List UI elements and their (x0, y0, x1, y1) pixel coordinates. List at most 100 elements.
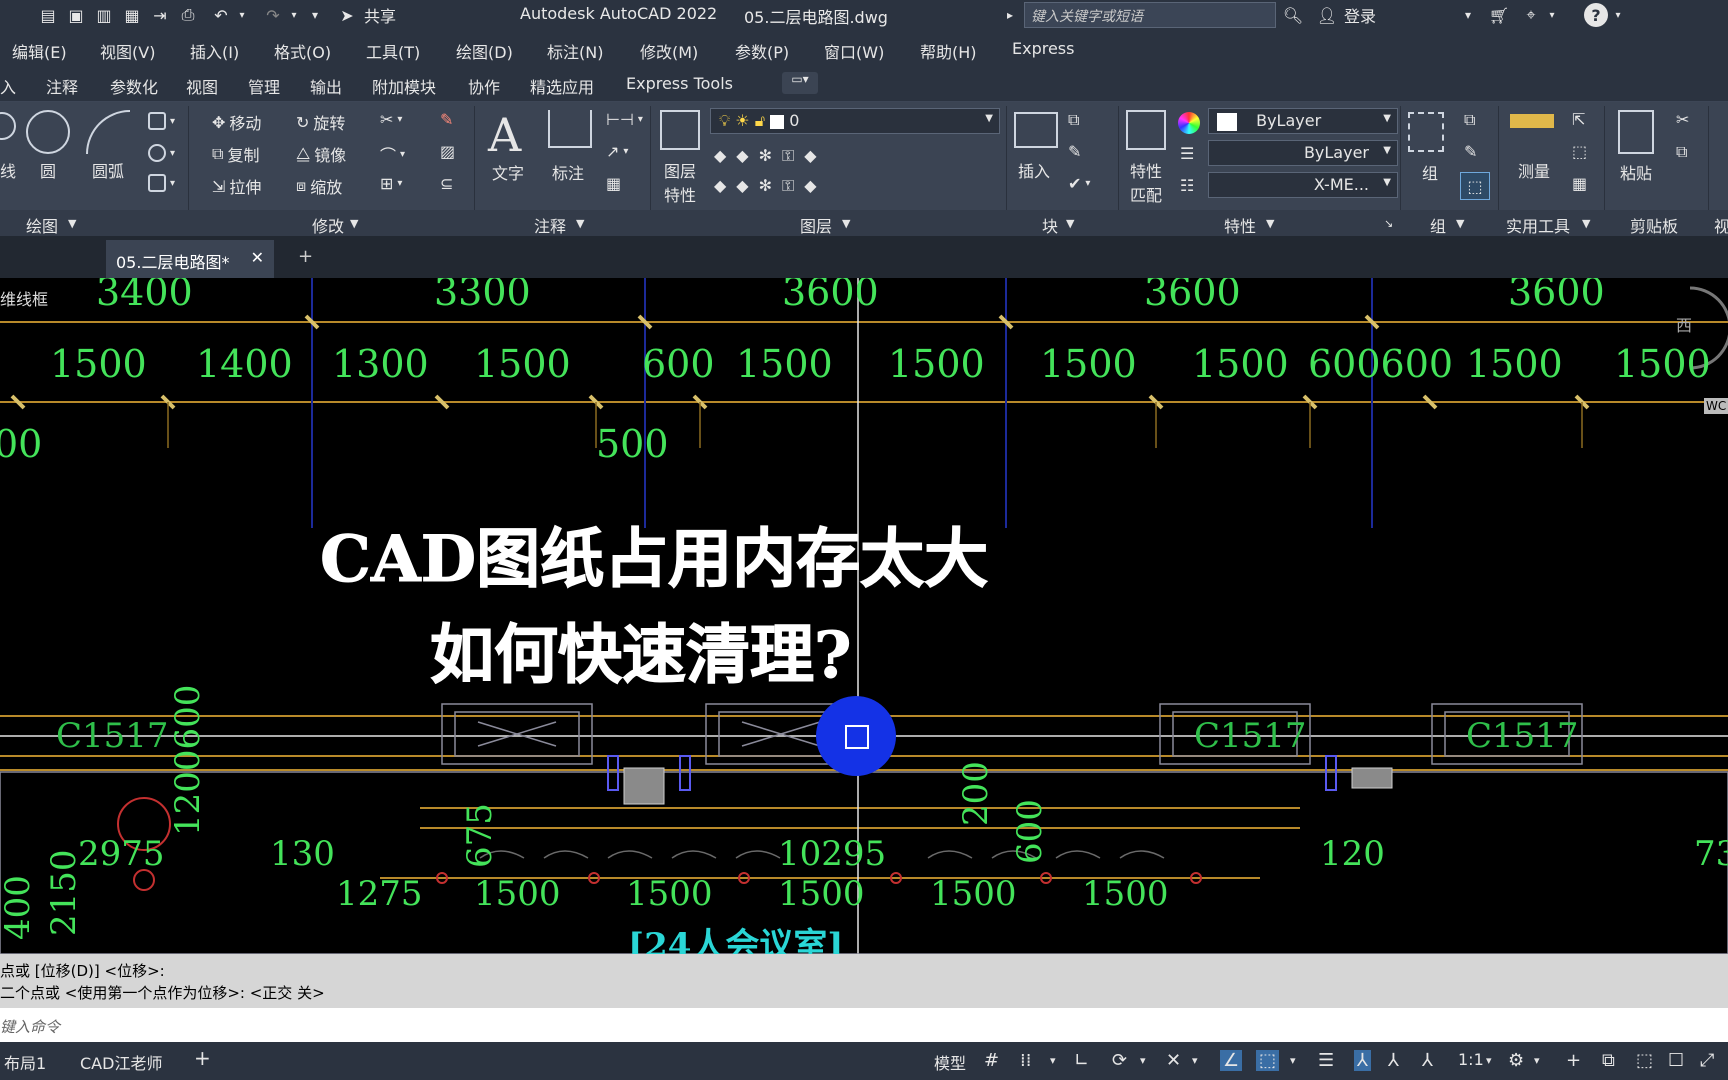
group-tool[interactable] (1408, 112, 1444, 152)
share-label[interactable]: 共享 (364, 3, 396, 27)
arc-label[interactable]: 圆弧 (92, 158, 124, 182)
group-select-toggle[interactable]: ⬚ (1460, 172, 1490, 200)
edit-attributes-button[interactable]: ✔ ▾ (1068, 174, 1090, 193)
annotation-visibility-icon[interactable]: ⅄ (1354, 1050, 1371, 1071)
menu-window[interactable]: 窗口(W) (824, 39, 884, 63)
create-block-button[interactable]: ⧉ (1068, 110, 1079, 130)
export-icon[interactable]: ⇥ (150, 3, 170, 27)
wcs-label[interactable]: WC (1704, 398, 1728, 414)
leader-button[interactable]: ↗ ▾ (606, 142, 628, 161)
group-label[interactable]: 组 (1422, 160, 1438, 184)
layout-tab-2[interactable]: CAD江老师 (80, 1050, 162, 1074)
panel-title-view-cut[interactable]: 视 (1714, 213, 1728, 237)
auto-scale-icon[interactable]: ⅄ (1388, 1050, 1399, 1071)
match-properties-tool[interactable] (1126, 110, 1166, 150)
grid-icon[interactable]: # (984, 1050, 999, 1071)
user-icon[interactable]: 👤︎ (1316, 3, 1338, 27)
tab-addins[interactable]: 附加模块 (372, 74, 436, 98)
annotation-scale-value[interactable]: 1:1 (1458, 1050, 1484, 1069)
quick-properties-icon[interactable]: ⬚ (1636, 1050, 1653, 1071)
lineweight-dropdown[interactable]: X-ME... ▼ (1208, 172, 1398, 198)
redo-icon[interactable]: ↷ (262, 3, 284, 27)
customize-qat-icon[interactable]: ▾ (308, 3, 322, 27)
ortho-icon[interactable]: ∟ (1074, 1050, 1089, 1071)
drawing-canvas[interactable]: 维线框 3400 3300 3600 3600 3600 1500 1400 1… (0, 278, 1728, 954)
rotate-button[interactable]: ↻ 旋转 (296, 110, 345, 134)
layer-tools-row-2[interactable]: ◆◆✻⚿◆ (714, 176, 827, 196)
panel-title-block[interactable]: 块 (1042, 213, 1058, 237)
layer-properties-tool[interactable] (660, 110, 700, 150)
dimension-tool[interactable] (548, 110, 592, 148)
workspace-gear-icon[interactable]: ⚙ (1508, 1050, 1524, 1071)
menu-parametric[interactable]: 参数(P) (735, 39, 789, 63)
command-input[interactable]: 键入命令 (0, 1008, 1728, 1042)
share-icon[interactable]: ➤ (336, 3, 358, 27)
workspace-dropdown-icon[interactable]: ▾ (1534, 1054, 1540, 1067)
menu-draw[interactable]: 绘图(D) (456, 39, 513, 63)
annotation-monitor-icon[interactable]: + (1566, 1050, 1581, 1071)
tab-collaborate[interactable]: 协作 (468, 74, 500, 98)
tab-manage[interactable]: 管理 (248, 74, 280, 98)
mirror-button[interactable]: ⧋ 镜像 (296, 142, 346, 166)
polyline-tool[interactable] (0, 112, 16, 140)
panel-expand-annotation-icon[interactable]: ▼ (576, 217, 584, 230)
print-icon[interactable]: ⎙ (178, 3, 198, 27)
panel-title-properties[interactable]: 特性 (1224, 213, 1256, 237)
lineweight-toggle-icon[interactable]: ☰ (1318, 1050, 1334, 1071)
rectangle-tool[interactable]: ▾ (148, 112, 175, 130)
menu-tools[interactable]: 工具(T) (366, 39, 420, 63)
object-snap-icon[interactable]: ⬚ (1256, 1050, 1280, 1071)
isodraft-icon[interactable]: ✕ (1166, 1050, 1181, 1071)
panel-title-annotation[interactable]: 注释 (534, 213, 566, 237)
units-icon[interactable]: ⧉ (1602, 1050, 1615, 1071)
menu-help[interactable]: 帮助(H) (920, 39, 977, 63)
table-button[interactable]: ▦ (606, 174, 621, 193)
snap-dropdown-icon[interactable]: ▾ (1050, 1054, 1056, 1067)
edit-block-button[interactable]: ✎ (1068, 142, 1081, 161)
undo-icon[interactable]: ↶ (210, 3, 232, 27)
autodesk-app-icon[interactable]: ⌖ (1520, 3, 1542, 27)
circle-label[interactable]: 圆 (40, 158, 56, 182)
ribbon-minimize-toggle[interactable]: ▭▾ (782, 72, 818, 94)
erase-button[interactable]: ✎ (440, 110, 453, 129)
menu-view[interactable]: 视图(V) (100, 39, 155, 63)
document-tab[interactable]: 05.二层电路图* ✕ (106, 240, 274, 278)
ungroup-button[interactable]: ⧉ (1464, 110, 1475, 130)
linetype-dropdown[interactable]: ByLayer ▼ (1208, 140, 1398, 166)
cut-button[interactable]: ✂ (1676, 110, 1689, 129)
explode-button[interactable]: ▨ (440, 142, 455, 161)
arc-tool[interactable] (86, 110, 130, 154)
model-space-button[interactable]: 模型 (934, 1050, 966, 1074)
isolate-objects-icon[interactable]: ☐ (1668, 1050, 1684, 1071)
panel-title-draw[interactable]: 绘图 (26, 213, 58, 237)
panel-title-groups[interactable]: 组 (1430, 213, 1446, 237)
panel-title-utilities[interactable]: 实用工具 (1506, 213, 1570, 237)
hatch-tool[interactable]: ▾ (148, 144, 175, 162)
color-wheel-icon[interactable] (1178, 112, 1200, 134)
text-icon[interactable]: A (488, 108, 521, 162)
help-icon[interactable]: ? (1584, 3, 1608, 27)
panel-expand-draw-icon[interactable]: ▼ (68, 217, 76, 230)
panel-expand-layers-icon[interactable]: ▼ (842, 217, 850, 230)
menu-insert[interactable]: 插入(I) (190, 39, 239, 63)
paste-label[interactable]: 粘贴 (1620, 160, 1652, 184)
measure-tool[interactable] (1510, 114, 1554, 128)
search-icon[interactable]: 🔍︎ (1282, 3, 1304, 27)
close-tab-icon[interactable]: ✕ (251, 248, 264, 267)
undo-dropdown-icon[interactable]: ▾ (236, 3, 248, 27)
menu-edit[interactable]: 编辑(E) (12, 39, 67, 63)
circle-tool[interactable] (26, 110, 70, 154)
polar-dropdown-icon[interactable]: ▾ (1140, 1054, 1146, 1067)
menu-express[interactable]: Express (1012, 39, 1074, 58)
panel-expand-groups-icon[interactable]: ▼ (1456, 217, 1464, 230)
layout-tab-1[interactable]: 布局1 (4, 1050, 46, 1074)
match-properties-label-1[interactable]: 特性 (1130, 158, 1162, 182)
menu-format[interactable]: 格式(O) (274, 39, 331, 63)
search-input[interactable]: 键入关键字或短语 (1024, 2, 1276, 28)
save-icon[interactable]: ▣ (66, 3, 86, 27)
panel-expand-block-icon[interactable]: ▼ (1066, 217, 1074, 230)
menu-modify[interactable]: 修改(M) (640, 39, 698, 63)
offset-button[interactable]: ⊆ (440, 174, 453, 193)
help-dropdown-icon[interactable]: ▾ (1612, 3, 1624, 27)
login-label[interactable]: 登录 (1344, 3, 1376, 27)
